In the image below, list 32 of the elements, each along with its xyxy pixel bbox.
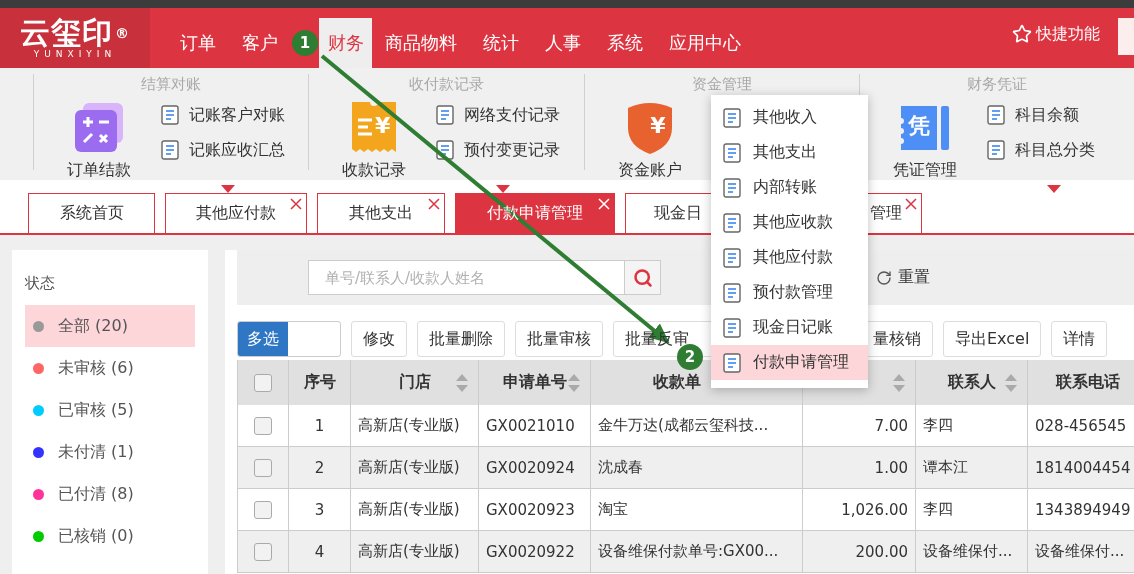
table-cell: GX0020922	[479, 531, 591, 573]
status-label: 未付清 (1)	[58, 441, 134, 463]
status-label: 全部 (20)	[58, 315, 128, 337]
table-cell: 高新店(专业版)	[351, 531, 479, 573]
tool-label: 凭证管理	[892, 160, 957, 181]
status-label: 未审核 (6)	[58, 357, 134, 379]
table-cell: 设备维保付...	[916, 531, 1028, 573]
table-cell: 设备维保付...	[1028, 531, 1134, 573]
table-cell: 200.00	[803, 531, 916, 573]
logo: 云玺印® YUNXIYIN	[0, 8, 150, 68]
column-header: 收款单	[653, 372, 701, 393]
status-label: 已付清 (8)	[58, 483, 134, 505]
column-header: 序号	[303, 372, 336, 393]
icon-glyph: ¥	[650, 113, 666, 139]
group-title: 收付款记录	[408, 74, 484, 94]
status-label: 已审核 (5)	[58, 399, 134, 421]
column-header: 申请单号	[502, 372, 567, 393]
tool-label: 资金账户	[617, 160, 682, 181]
table-cell: 4	[289, 531, 351, 573]
group-title: 资金管理	[691, 74, 752, 94]
tool-label: 收款记录	[342, 160, 407, 181]
tool-label: 订单结款	[67, 160, 131, 181]
group-title: 结算对账	[141, 74, 202, 94]
table-cell: 设备维保付款单号:GX00...	[591, 531, 803, 573]
column-header: 联系人	[947, 372, 996, 393]
status-label: 已核销 (0)	[58, 525, 134, 547]
group-title: 财务凭证	[966, 74, 1027, 94]
icon-glyph: 凭	[907, 113, 930, 139]
column-header: 联系电话	[1055, 372, 1120, 393]
sidebar-title: 状态	[25, 274, 56, 293]
icon-glyph: ¥	[374, 113, 391, 139]
column-header: 门店	[398, 372, 431, 393]
